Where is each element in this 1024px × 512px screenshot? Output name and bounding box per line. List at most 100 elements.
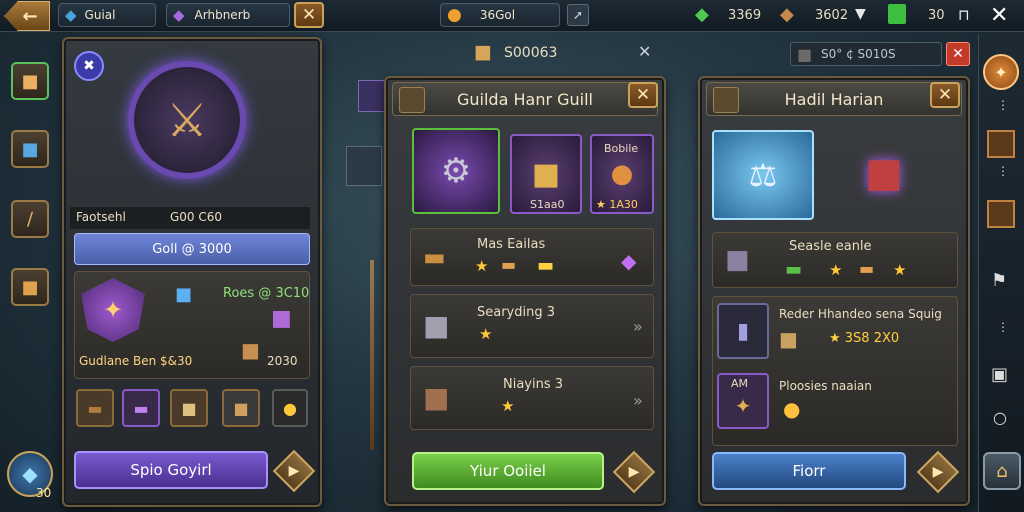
sidebar-item-bag[interactable]: ■ [11,62,49,100]
harian-next-button[interactable]: ▶ [920,454,956,490]
anvil-icon: ■ [423,381,450,414]
bronze-gem-icon: ◆ [780,4,794,25]
guild-row-2[interactable]: ■ Searyding 3 ★ » [410,294,654,358]
item-slot[interactable]: ● [272,389,308,427]
harian-card-camera[interactable]: ■ [846,128,922,218]
left-rail: ■ ■ ∕ ■ ◆ 30 [0,34,60,512]
harian-action-button[interactable]: Fiorr [712,452,906,490]
card3-label: Bobile [604,142,639,155]
tab-guild[interactable]: ◆ Guial [58,3,156,27]
swap-button[interactable]: ✖ [74,51,104,81]
chevron-right-icon: » [633,391,643,410]
close-icon[interactable]: ✕ [990,3,1008,28]
back-button[interactable]: ← [4,1,50,31]
right-price-box: ■ S0° ¢ S010S [790,42,942,66]
arrow-right-icon: ▶ [628,464,640,480]
harian-offer-1-icon[interactable]: ▮ [717,303,769,359]
green-bar-icon: ▬ [785,259,803,280]
chevron-right-icon: » [633,317,643,336]
purple-potion-icon: ■ [271,306,292,331]
guild-row-3[interactable]: ■ Niayins 3 ★ » [410,366,654,430]
warrior-icon: ⚔ [166,93,208,147]
middle-close-icon[interactable]: ✕ [638,42,651,61]
amulet-icon: ✦ [734,394,752,418]
right-header-close[interactable]: ✕ [946,42,970,66]
guild-next-button[interactable]: ▶ [616,454,652,490]
hero-info-strip: Faotsehl G00 C60 [70,207,310,229]
more-vertical-icon[interactable]: ⋮ [997,164,1009,178]
gold-bar-button[interactable]: Goll @ 3000 [74,233,310,265]
harian-row-1[interactable]: ■ Seasle eanle ▬ ★ ▬ ★ [712,232,958,288]
harian-card-tower[interactable]: ⚖ [712,130,814,220]
amber-bone-icon: ▬ [859,259,875,278]
card-mask[interactable]: ⚙ [412,128,500,214]
more-vertical-icon[interactable]: ⋮ [997,320,1009,334]
home-icon: ⌂ [996,460,1008,482]
accessibility-icon[interactable]: ⚑ [991,270,1007,291]
harian-action-label: Fiorr [792,462,826,480]
sidebar-item-treasure[interactable]: ■ [11,268,49,306]
guild-row-1[interactable]: ▬ Mas Eailas ★ ▬ ▬ ◆ [410,228,654,286]
guild-panel-header: Guilda Hanr Guill [392,82,658,116]
item-slot[interactable]: ▬ [122,389,160,427]
guild-reward-box: ✦ ■ Roes @ 3C10 ■ ■ 2030 Gudlane Ben $&3… [74,271,310,379]
panel-toggle-icon[interactable]: ⊓ [958,6,970,24]
guild-action-label: Yiur Ooiiel [470,462,546,480]
sidebar-item-scroll[interactable]: ∕ [11,200,49,238]
pot-icon: ● [610,159,634,189]
bg-spear [370,260,374,450]
scroll-item-icon: ■ [181,398,197,418]
armor-icon: ■ [423,309,450,342]
right-rail: ✦ ⋮ ⋮ ⚑ ⋮ ▣ ○ ⌂ [978,34,1024,512]
more-vertical-icon[interactable]: ⋮ [997,98,1009,112]
recent-apps-icon[interactable]: ▣ [991,364,1008,385]
item-slot[interactable]: ▬ [76,389,114,427]
boot-icon: ■ [725,245,750,275]
wood-log-icon: ▬ [87,398,103,418]
sidebar-item-book[interactable]: ■ [11,130,49,168]
right-item-1[interactable] [987,130,1015,158]
tab-guild-label: Guial [84,8,116,22]
hero-label-left: Faotsehl [76,210,126,224]
gold-bar-icon: ▬ [537,255,555,276]
guild-row-2-label: Searyding 3 [477,305,556,320]
right-header: ■ S0° ¢ S010S ✕ [790,42,972,68]
coin-icon: ● [283,398,297,418]
guild-head-icon [399,87,425,113]
guild-panel-close[interactable]: ✕ [628,82,658,108]
harian-panel: Hadil Harian ✕ ⚖ ■ ■ Seasle eanle ▬ ★ ▬ … [698,76,970,506]
top-close-button[interactable]: ✕ [294,2,324,28]
tab-second[interactable]: ◆ Arhbnerb [166,3,290,27]
item-slot[interactable]: ■ [222,389,260,427]
home-button[interactable]: ⌂ [983,452,1021,490]
green-notice-icon[interactable] [888,4,906,24]
crystal-icon-bottom: ◆ [22,462,38,486]
item-slots: ▬ ▬ ■ ■ ● [74,385,310,433]
dark-crate-icon: ■ [797,45,813,64]
card-pot[interactable]: Bobile ● ★ 1A30 [590,134,654,214]
item-slot[interactable]: ■ [170,389,208,427]
right-orange-button[interactable]: ✦ [983,54,1019,90]
guild-action-button[interactable]: Yiur Ooiiel [412,452,604,490]
guild-hero-panel: ⚔ ✖ Faotsehl G00 C60 Goll @ 3000 ✦ ■ Roe… [62,37,322,507]
left-next-button[interactable]: ▶ [276,453,312,489]
harian-offer-2-icon[interactable]: AM ✦ [717,373,769,429]
card-chest[interactable]: ■ S1aa0 [510,134,582,214]
right-item-2[interactable] [987,200,1015,228]
box-icon: ■ [233,398,249,418]
harian-row-2-label: Reder Hhandeo sena Squig [779,307,942,321]
crate-icon: ■ [474,41,492,63]
guild-line-text: Gudlane Ben $&30 [79,354,193,368]
middle-header: ■ S00063 ✕ [470,40,660,66]
guild-crest-icon: ✦ [102,296,124,324]
left-action-button[interactable]: Spio Goyirl [74,451,268,489]
wifi-icon[interactable]: ▼ [855,6,866,22]
tab-second-label: Arhbnerb [194,8,251,22]
gold-add-button[interactable]: ➚ [567,4,589,26]
tower-icon: ⚖ [748,156,778,194]
gold-bar-label: Goll @ 3000 [152,241,232,257]
home-circle-icon[interactable]: ○ [993,408,1007,427]
guild-row-1-label: Mas Eailas [477,237,546,252]
harian-panel-close[interactable]: ✕ [930,82,960,108]
gold-value: 36Gol [479,8,516,22]
